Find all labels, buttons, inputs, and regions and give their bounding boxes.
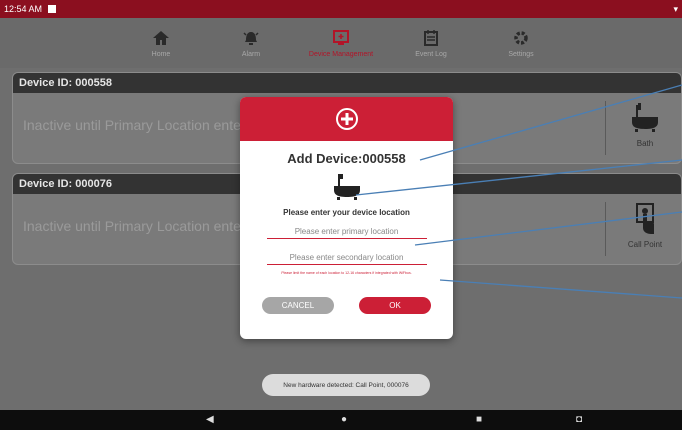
top-nav: Home Alarm Device Management Event Log S… [0,18,682,68]
device-status-message: Inactive until Primary Location entered [23,218,262,234]
dialog-header [240,97,453,141]
home-icon [151,28,171,48]
add-device-dialog: Add Device:000558 Please enter your devi… [240,97,453,339]
device-type-label: Call Point [627,240,663,249]
system-nav-bar: ◀ ● ■ ◘ [0,410,682,430]
secondary-location-input[interactable]: Please enter secondary location [266,253,427,265]
clock: 12:54 AM [4,4,43,14]
alarm-icon [241,28,261,48]
nav-settings-label: Settings [508,51,534,58]
nav-alarm-label: Alarm [241,51,261,58]
device-card-header: Device ID: 000558 [13,73,681,93]
recents-icon[interactable]: ■ [476,414,482,426]
location-length-note: Please limit the name of each location t… [281,271,412,275]
nav-device-management[interactable]: Device Management [296,18,386,68]
event-log-icon [421,28,441,48]
notification-icon [48,5,57,13]
back-icon[interactable]: ◀ [206,414,214,426]
add-circle-icon [335,108,358,130]
nav-alarm[interactable]: Alarm [206,18,296,68]
cancel-button[interactable]: CANCEL [262,297,334,314]
call-point-icon [636,203,654,234]
nav-event-log[interactable]: Event Log [386,18,476,68]
divider [605,202,606,256]
ok-button[interactable]: OK [359,297,431,314]
home-circle-icon[interactable]: ● [341,414,347,426]
device-status-message: Inactive until Primary Location entered [23,117,262,133]
device-type: Call Point [613,202,677,258]
status-bar: 12:54 AM ▾ [0,0,682,18]
nav-home-label: Home [151,51,171,58]
bathtub-icon [632,103,658,132]
wifi-icon: ▾ [673,4,678,14]
primary-location-input[interactable]: Please enter primary location [266,227,427,239]
bathtub-icon [240,172,453,202]
camera-icon[interactable]: ◘ [576,414,582,426]
nav-home[interactable]: Home [116,18,206,68]
settings-icon [511,28,531,48]
dialog-title: Add Device:000558 [287,151,406,166]
nav-device-management-label: Device Management [308,51,374,58]
dialog-prompt: Please enter your device location [283,208,410,217]
divider [605,101,606,155]
device-management-icon [331,28,351,48]
device-type-label: Bath [636,139,654,148]
nav-event-log-label: Event Log [415,51,447,58]
device-type: Bath [613,101,677,157]
toast-message: New hardware detected: Call Point, 00007… [262,374,430,396]
nav-settings[interactable]: Settings [476,18,566,68]
